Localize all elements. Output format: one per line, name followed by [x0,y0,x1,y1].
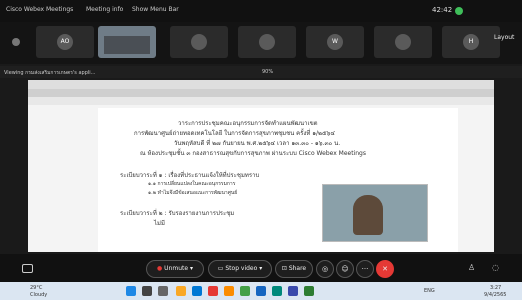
participants-icon[interactable]: ♙ [468,263,475,272]
app-icon[interactable] [256,286,266,296]
app-icon[interactable] [240,286,250,296]
person-figure [353,195,383,235]
app-menu-bar [28,80,494,89]
participant-tile[interactable]: AO [36,26,94,58]
edge-icon[interactable] [192,286,202,296]
webex-icon[interactable] [272,286,282,296]
clock-date[interactable]: 9/4/2565 [484,292,506,298]
doc-line: ระเบียบวาระที่ ๒ : รับรองรายงานการประชุม [120,210,235,217]
avatar: W [327,34,343,50]
doc-line: ๑.๒ ทำไมจึงมีข้อเสนอแนะการพัฒนาศูนย์ [148,190,238,196]
record-icon[interactable]: ◎ [316,260,334,278]
collapse-icon[interactable] [12,38,20,46]
participant-tile[interactable]: H [442,26,500,58]
app-toolbar-secondary [28,97,494,105]
avatar [191,34,207,50]
app-icon[interactable] [208,286,218,296]
weather-text: Cloudy [30,292,48,298]
share-button[interactable]: ⊡ Share [275,260,313,278]
avatar [395,34,411,50]
meeting-timer: 42:42 [432,6,453,14]
more-options-icon[interactable]: ··· [356,260,374,278]
meeting-info-link[interactable]: Meeting info [86,6,123,13]
participant-tile[interactable] [170,26,228,58]
search-icon[interactable] [142,286,152,296]
weather-temp: 29°C [30,285,43,291]
share-header: Viewing กรมส่งเสริมการเกษตร's appli... 9… [0,66,522,78]
app-icon[interactable] [288,286,298,296]
app-toolbar [28,89,494,97]
layout-button[interactable]: Layout [494,34,514,41]
start-icon[interactable] [126,286,136,296]
doc-line: ณ ห้องประชุมชั้น ๓ กองสาธารณสุขกับการสุข… [140,150,366,157]
show-menu-bar-button[interactable]: Show Menu Bar [132,6,179,13]
app-title: Cisco Webex Meetings [6,6,74,13]
task-view-icon[interactable] [158,286,168,296]
chat-icon[interactable] [22,264,33,273]
clock-time[interactable]: 3:27 [490,285,501,291]
avatar: H [463,34,479,50]
doc-line: ๑.๑ การเปลี่ยนแปลงในคณะอนุกรรมการ [148,181,236,187]
zoom-level[interactable]: 90% [262,69,273,75]
leave-meeting-button[interactable]: ✕ [376,260,394,278]
meeting-controls: ● Unmute ▾ ▭ Stop video ▾ ⊡ Share ◎ ☺ ··… [0,254,522,282]
language-indicator[interactable]: ENG [424,288,435,294]
chat-panel-icon[interactable]: ◌ [492,263,499,272]
doc-line: วันพฤหัสบดี ที่ ๒๗ กันยายน พ.ศ.๒๕๖๔ เวลา… [174,140,341,147]
doc-line: ไม่มี [154,220,165,227]
status-icon [455,7,463,15]
video-feed [104,36,150,54]
doc-line: วาระการประชุมคณะอนุกรรมการจัดทำแผนพัฒนาเ… [178,120,318,127]
doc-line: ระเบียบวาระที่ ๑ : เรื่องที่ประธานแจ้งให… [120,172,260,179]
reactions-icon[interactable]: ☺ [336,260,354,278]
video-icon: ▭ [217,265,224,272]
participant-tile[interactable]: W [306,26,364,58]
participant-video-tile[interactable] [98,26,156,58]
title-bar: Cisco Webex Meetings Meeting info Show M… [0,0,522,22]
share-icon: ⊡ [281,265,287,272]
app-icon[interactable] [224,286,234,296]
participant-tile[interactable] [374,26,432,58]
participant-strip: AO W H Layout [0,22,522,64]
self-view-video[interactable] [322,184,428,242]
avatar [259,34,275,50]
mic-muted-icon: ● [157,265,163,272]
windows-taskbar: 29°C Cloudy ENG 3:27 9/4/2565 [0,282,522,300]
app-icon[interactable] [304,286,314,296]
doc-line: การพัฒนาศูนย์ถ่ายทอดเทคโนโลยี ในการจัดกา… [134,130,335,137]
unmute-button[interactable]: ● Unmute ▾ [146,260,204,278]
avatar: AO [57,34,73,50]
participant-tile[interactable] [238,26,296,58]
file-explorer-icon[interactable] [176,286,186,296]
viewing-label: Viewing กรมส่งเสริมการเกษตร's appli... [4,70,96,76]
stop-video-button[interactable]: ▭ Stop video ▾ [208,260,272,278]
